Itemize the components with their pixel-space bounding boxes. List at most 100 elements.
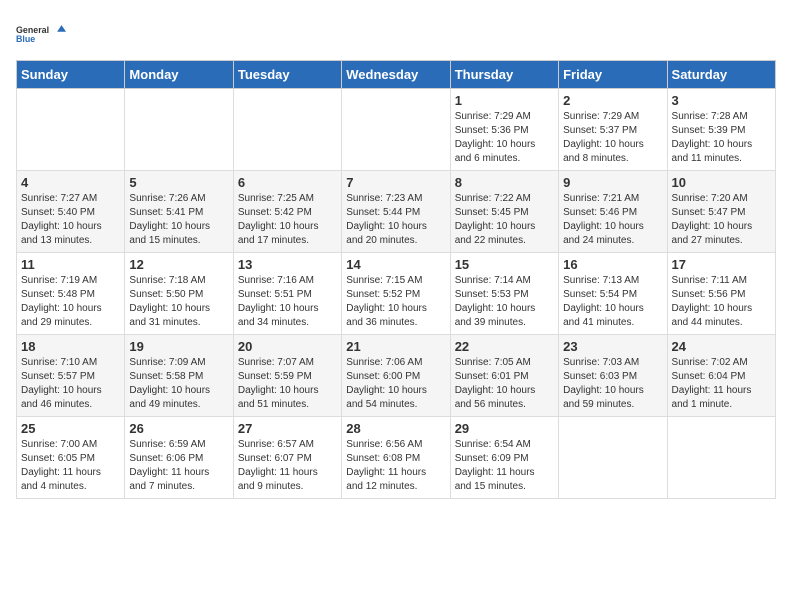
day-number: 11 — [21, 257, 120, 272]
day-info: Sunrise: 7:21 AM Sunset: 5:46 PM Dayligh… — [563, 192, 662, 248]
day-info: Sunrise: 7:23 AM Sunset: 5:44 PM Dayligh… — [346, 192, 445, 248]
day-info: Sunrise: 7:03 AM Sunset: 6:03 PM Dayligh… — [563, 356, 662, 412]
day-number: 21 — [346, 339, 445, 354]
day-cell: 9Sunrise: 7:21 AM Sunset: 5:46 PM Daylig… — [559, 171, 667, 253]
day-info: Sunrise: 7:10 AM Sunset: 5:57 PM Dayligh… — [21, 356, 120, 412]
day-cell — [667, 417, 775, 499]
day-number: 18 — [21, 339, 120, 354]
day-info: Sunrise: 7:15 AM Sunset: 5:52 PM Dayligh… — [346, 274, 445, 330]
day-cell: 3 Sunrise: 7:28 AM Sunset: 5:39 PM Daylig… — [667, 89, 775, 171]
day-number: 10 — [672, 175, 771, 190]
day-number: 16 — [563, 257, 662, 272]
day-info: Sunrise: 7:20 AM Sunset: 5:47 PM Dayligh… — [672, 192, 771, 248]
day-cell: 15 Sunrise: 7:14 AM Sunset: 5:53 PM Dayli… — [450, 253, 558, 335]
page-header: General Blue — [16, 16, 776, 52]
day-cell — [233, 89, 341, 171]
day-number: 8 — [455, 175, 554, 190]
day-cell: 12 Sunrise: 7:18 AM Sunset: 5:50 PM Dayli… — [125, 253, 233, 335]
day-info: Sunrise: 7:27 AM Sunset: 5:40 PM Dayligh… — [21, 192, 120, 248]
day-cell — [342, 89, 450, 171]
day-number: 15 — [455, 257, 554, 272]
day-cell: 29Sunrise: 6:54 AM Sunset: 6:09 PM Dayli… — [450, 417, 558, 499]
day-cell: 7 Sunrise: 7:23 AM Sunset: 5:44 PM Daylig… — [342, 171, 450, 253]
week-row-4: 18 Sunrise: 7:10 AM Sunset: 5:57 PM Dayli… — [17, 335, 776, 417]
day-cell: 28 Sunrise: 6:56 AM Sunset: 6:08 PM Dayli… — [342, 417, 450, 499]
day-cell: 26 Sunrise: 6:59 AM Sunset: 6:06 PM Dayli… — [125, 417, 233, 499]
day-number: 5 — [129, 175, 228, 190]
day-cell: 5 Sunrise: 7:26 AM Sunset: 5:41 PM Daylig… — [125, 171, 233, 253]
day-info: Sunrise: 6:56 AM Sunset: 6:08 PM Dayligh… — [346, 438, 445, 494]
day-info: Sunrise: 7:26 AM Sunset: 5:41 PM Dayligh… — [129, 192, 228, 248]
day-number: 7 — [346, 175, 445, 190]
day-info: Sunrise: 7:14 AM Sunset: 5:53 PM Dayligh… — [455, 274, 554, 330]
day-info: Sunrise: 7:18 AM Sunset: 5:50 PM Dayligh… — [129, 274, 228, 330]
day-info: Sunrise: 7:29 AM Sunset: 5:36 PM Dayligh… — [455, 110, 554, 166]
day-info: Sunrise: 6:54 AM Sunset: 6:09 PM Dayligh… — [455, 438, 554, 494]
day-cell: 8 Sunrise: 7:22 AM Sunset: 5:45 PM Daylig… — [450, 171, 558, 253]
day-cell: 17 Sunrise: 7:11 AM Sunset: 5:56 PM Dayli… — [667, 253, 775, 335]
day-number: 3 — [672, 93, 771, 108]
day-number: 23 — [563, 339, 662, 354]
day-cell: 21 Sunrise: 7:06 AM Sunset: 6:00 PM Dayli… — [342, 335, 450, 417]
day-info: Sunrise: 7:05 AM Sunset: 6:01 PM Dayligh… — [455, 356, 554, 412]
day-number: 27 — [238, 421, 337, 436]
day-number: 28 — [346, 421, 445, 436]
day-number: 25 — [21, 421, 120, 436]
day-info: Sunrise: 7:00 AM Sunset: 6:05 PM Dayligh… — [21, 438, 120, 494]
week-row-3: 11 Sunrise: 7:19 AM Sunset: 5:48 PM Dayli… — [17, 253, 776, 335]
header-cell-thursday: Thursday — [450, 61, 558, 89]
day-number: 6 — [238, 175, 337, 190]
day-info: Sunrise: 7:19 AM Sunset: 5:48 PM Dayligh… — [21, 274, 120, 330]
day-info: Sunrise: 7:29 AM Sunset: 5:37 PM Dayligh… — [563, 110, 662, 166]
day-cell — [17, 89, 125, 171]
header-cell-sunday: Sunday — [17, 61, 125, 89]
day-cell: 4 Sunrise: 7:27 AM Sunset: 5:40 PM Daylig… — [17, 171, 125, 253]
day-number: 13 — [238, 257, 337, 272]
day-cell — [125, 89, 233, 171]
day-cell — [559, 417, 667, 499]
svg-text:Blue: Blue — [16, 34, 35, 44]
day-cell: 11 Sunrise: 7:19 AM Sunset: 5:48 PM Dayli… — [17, 253, 125, 335]
day-cell: 10 Sunrise: 7:20 AM Sunset: 5:47 PM Dayli… — [667, 171, 775, 253]
header-cell-wednesday: Wednesday — [342, 61, 450, 89]
day-info: Sunrise: 7:13 AM Sunset: 5:54 PM Dayligh… — [563, 274, 662, 330]
day-cell: 1Sunrise: 7:29 AM Sunset: 5:36 PM Daylig… — [450, 89, 558, 171]
header-cell-tuesday: Tuesday — [233, 61, 341, 89]
day-cell: 2Sunrise: 7:29 AM Sunset: 5:37 PM Daylig… — [559, 89, 667, 171]
day-cell: 25 Sunrise: 7:00 AM Sunset: 6:05 PM Dayli… — [17, 417, 125, 499]
day-cell: 14 Sunrise: 7:15 AM Sunset: 5:52 PM Dayli… — [342, 253, 450, 335]
day-cell: 23 Sunrise: 7:03 AM Sunset: 6:03 PM Dayli… — [559, 335, 667, 417]
day-number: 20 — [238, 339, 337, 354]
logo: General Blue — [16, 16, 66, 52]
week-row-5: 25 Sunrise: 7:00 AM Sunset: 6:05 PM Dayli… — [17, 417, 776, 499]
day-number: 4 — [21, 175, 120, 190]
week-row-2: 4 Sunrise: 7:27 AM Sunset: 5:40 PM Daylig… — [17, 171, 776, 253]
day-info: Sunrise: 7:06 AM Sunset: 6:00 PM Dayligh… — [346, 356, 445, 412]
day-cell: 6 Sunrise: 7:25 AM Sunset: 5:42 PM Daylig… — [233, 171, 341, 253]
day-info: Sunrise: 7:22 AM Sunset: 5:45 PM Dayligh… — [455, 192, 554, 248]
day-info: Sunrise: 7:11 AM Sunset: 5:56 PM Dayligh… — [672, 274, 771, 330]
day-cell: 16 Sunrise: 7:13 AM Sunset: 5:54 PM Dayli… — [559, 253, 667, 335]
day-number: 14 — [346, 257, 445, 272]
day-cell: 19 Sunrise: 7:09 AM Sunset: 5:58 PM Dayli… — [125, 335, 233, 417]
day-number: 19 — [129, 339, 228, 354]
logo-svg: General Blue — [16, 16, 66, 52]
header-row: SundayMondayTuesdayWednesdayThursdayFrid… — [17, 61, 776, 89]
day-number: 12 — [129, 257, 228, 272]
calendar-table: SundayMondayTuesdayWednesdayThursdayFrid… — [16, 60, 776, 499]
day-info: Sunrise: 7:02 AM Sunset: 6:04 PM Dayligh… — [672, 356, 771, 412]
header-cell-friday: Friday — [559, 61, 667, 89]
day-cell: 18 Sunrise: 7:10 AM Sunset: 5:57 PM Dayli… — [17, 335, 125, 417]
day-info: Sunrise: 7:09 AM Sunset: 5:58 PM Dayligh… — [129, 356, 228, 412]
day-number: 26 — [129, 421, 228, 436]
day-info: Sunrise: 7:28 AM Sunset: 5:39 PM Dayligh… — [672, 110, 771, 166]
day-number: 17 — [672, 257, 771, 272]
day-cell: 27 Sunrise: 6:57 AM Sunset: 6:07 PM Dayli… — [233, 417, 341, 499]
day-info: Sunrise: 7:25 AM Sunset: 5:42 PM Dayligh… — [238, 192, 337, 248]
day-cell: 22 Sunrise: 7:05 AM Sunset: 6:01 PM Dayli… — [450, 335, 558, 417]
day-number: 24 — [672, 339, 771, 354]
header-cell-saturday: Saturday — [667, 61, 775, 89]
day-number: 22 — [455, 339, 554, 354]
day-info: Sunrise: 6:59 AM Sunset: 6:06 PM Dayligh… — [129, 438, 228, 494]
day-info: Sunrise: 6:57 AM Sunset: 6:07 PM Dayligh… — [238, 438, 337, 494]
